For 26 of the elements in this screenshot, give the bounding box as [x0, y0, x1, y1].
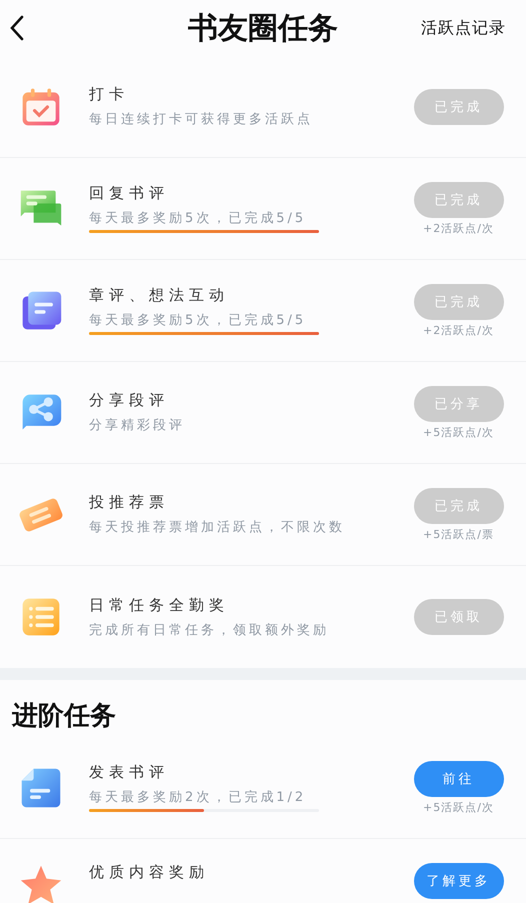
task-description: 每天最多奖励5次，已完成5/5 — [89, 210, 308, 227]
task-description: 完成所有日常任务，领取额外奖励 — [89, 622, 330, 638]
go-button[interactable]: 前往 — [414, 760, 504, 796]
reward-label: +5活跃点/票 — [423, 526, 494, 542]
task-description: 每天最多奖励5次，已完成5/5 — [89, 312, 308, 329]
task-title: 分享段评 — [89, 391, 170, 410]
task-description: 每日连续打卡可获得更多活跃点 — [89, 111, 314, 128]
record-link[interactable]: 活跃点记录 — [421, 18, 506, 38]
task-description: 每天最多奖励2次，已完成1/2 — [89, 789, 308, 806]
reward-label: +2活跃点/次 — [423, 220, 494, 236]
reward-label: +5活跃点/次 — [423, 800, 494, 814]
task-title: 回复书评 — [89, 184, 170, 203]
go-button[interactable]: 了解更多 — [414, 863, 504, 899]
back-icon — [10, 15, 24, 41]
task-description: 每天投推荐票增加活跃点，不限次数 — [89, 519, 346, 536]
task-title: 章评、想法互动 — [89, 286, 230, 305]
task-description: 分享精彩段评 — [89, 417, 186, 434]
task-title: 优质内容奖励 — [89, 863, 210, 882]
section-title: 进阶任务 — [12, 700, 117, 733]
reward-label: +2活跃点/次 — [423, 322, 494, 338]
task-title: 打卡 — [89, 85, 130, 104]
task-title: 日常任务全勤奖 — [89, 596, 230, 614]
reward-label: +5活跃点/次 — [423, 424, 494, 440]
page-title: 书友圈任务 — [188, 10, 338, 48]
task-title: 投推荐票 — [89, 493, 170, 512]
task-title: 发表书评 — [89, 763, 170, 782]
